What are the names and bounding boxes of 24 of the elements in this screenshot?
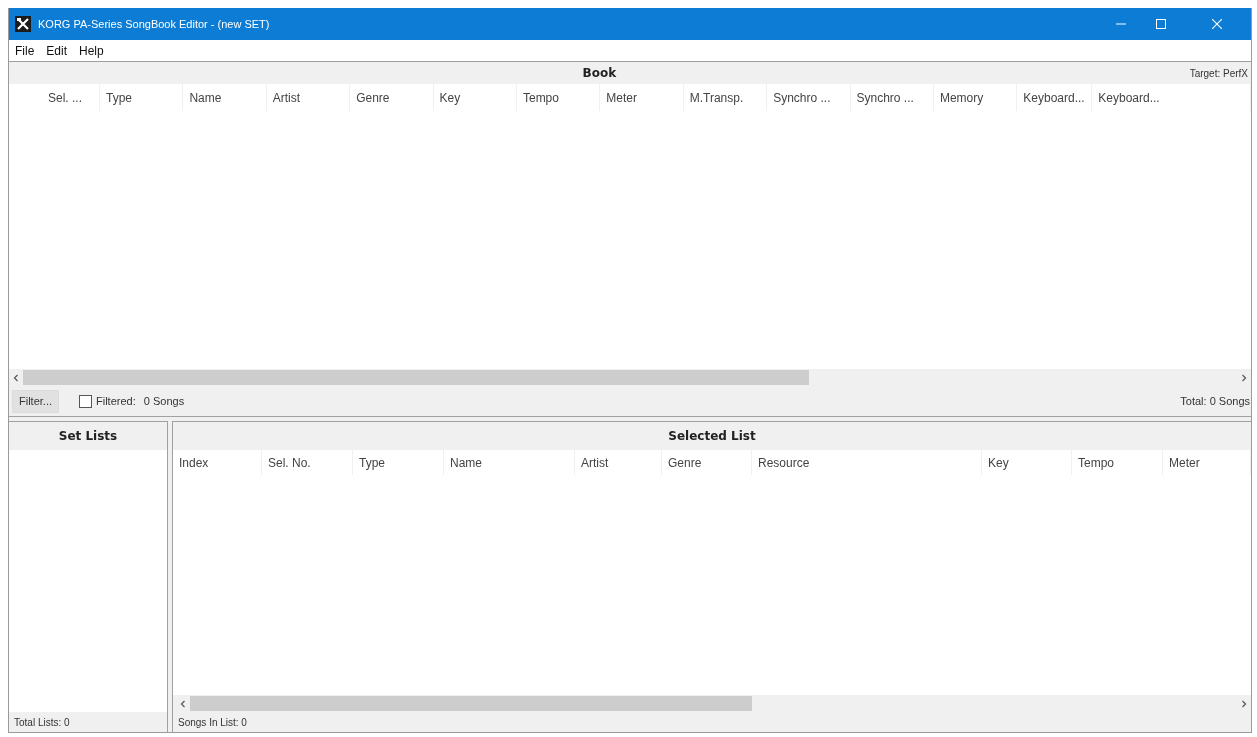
scroll-left-icon[interactable] [12,373,20,382]
status-text: Total Lists: 0 [14,716,70,728]
panel-title: Set Lists [57,429,119,443]
scrollbar-thumb[interactable] [190,696,752,711]
window-title: KORG PA-Series SongBook Editor - (new SET) [38,18,271,30]
panel-title: Selected List [667,429,757,443]
menu-item[interactable]: Edit [40,41,74,60]
status-text: Songs In List: 0 [178,716,247,728]
scroll-right-icon[interactable] [1240,373,1248,382]
total-count: Total: 0 Songs [1180,395,1250,407]
close-icon[interactable] [1212,19,1222,29]
target-label: Target: PerfX [1189,67,1249,79]
scrollbar-thumb[interactable] [23,370,809,385]
panel-title: Book [581,66,618,80]
scroll-right-icon[interactable] [1240,699,1248,708]
filter-button[interactable]: Filter... [12,389,59,413]
checkbox-label: Filtered: [96,395,136,407]
menu-item[interactable]: Help [73,41,110,60]
scroll-left-icon[interactable] [179,699,187,708]
maximize-icon[interactable] [1156,19,1166,29]
menu-item[interactable]: File [9,41,41,60]
checkbox[interactable] [79,394,92,408]
app-icon [15,16,31,32]
song-count: 0 Songs [143,395,185,407]
